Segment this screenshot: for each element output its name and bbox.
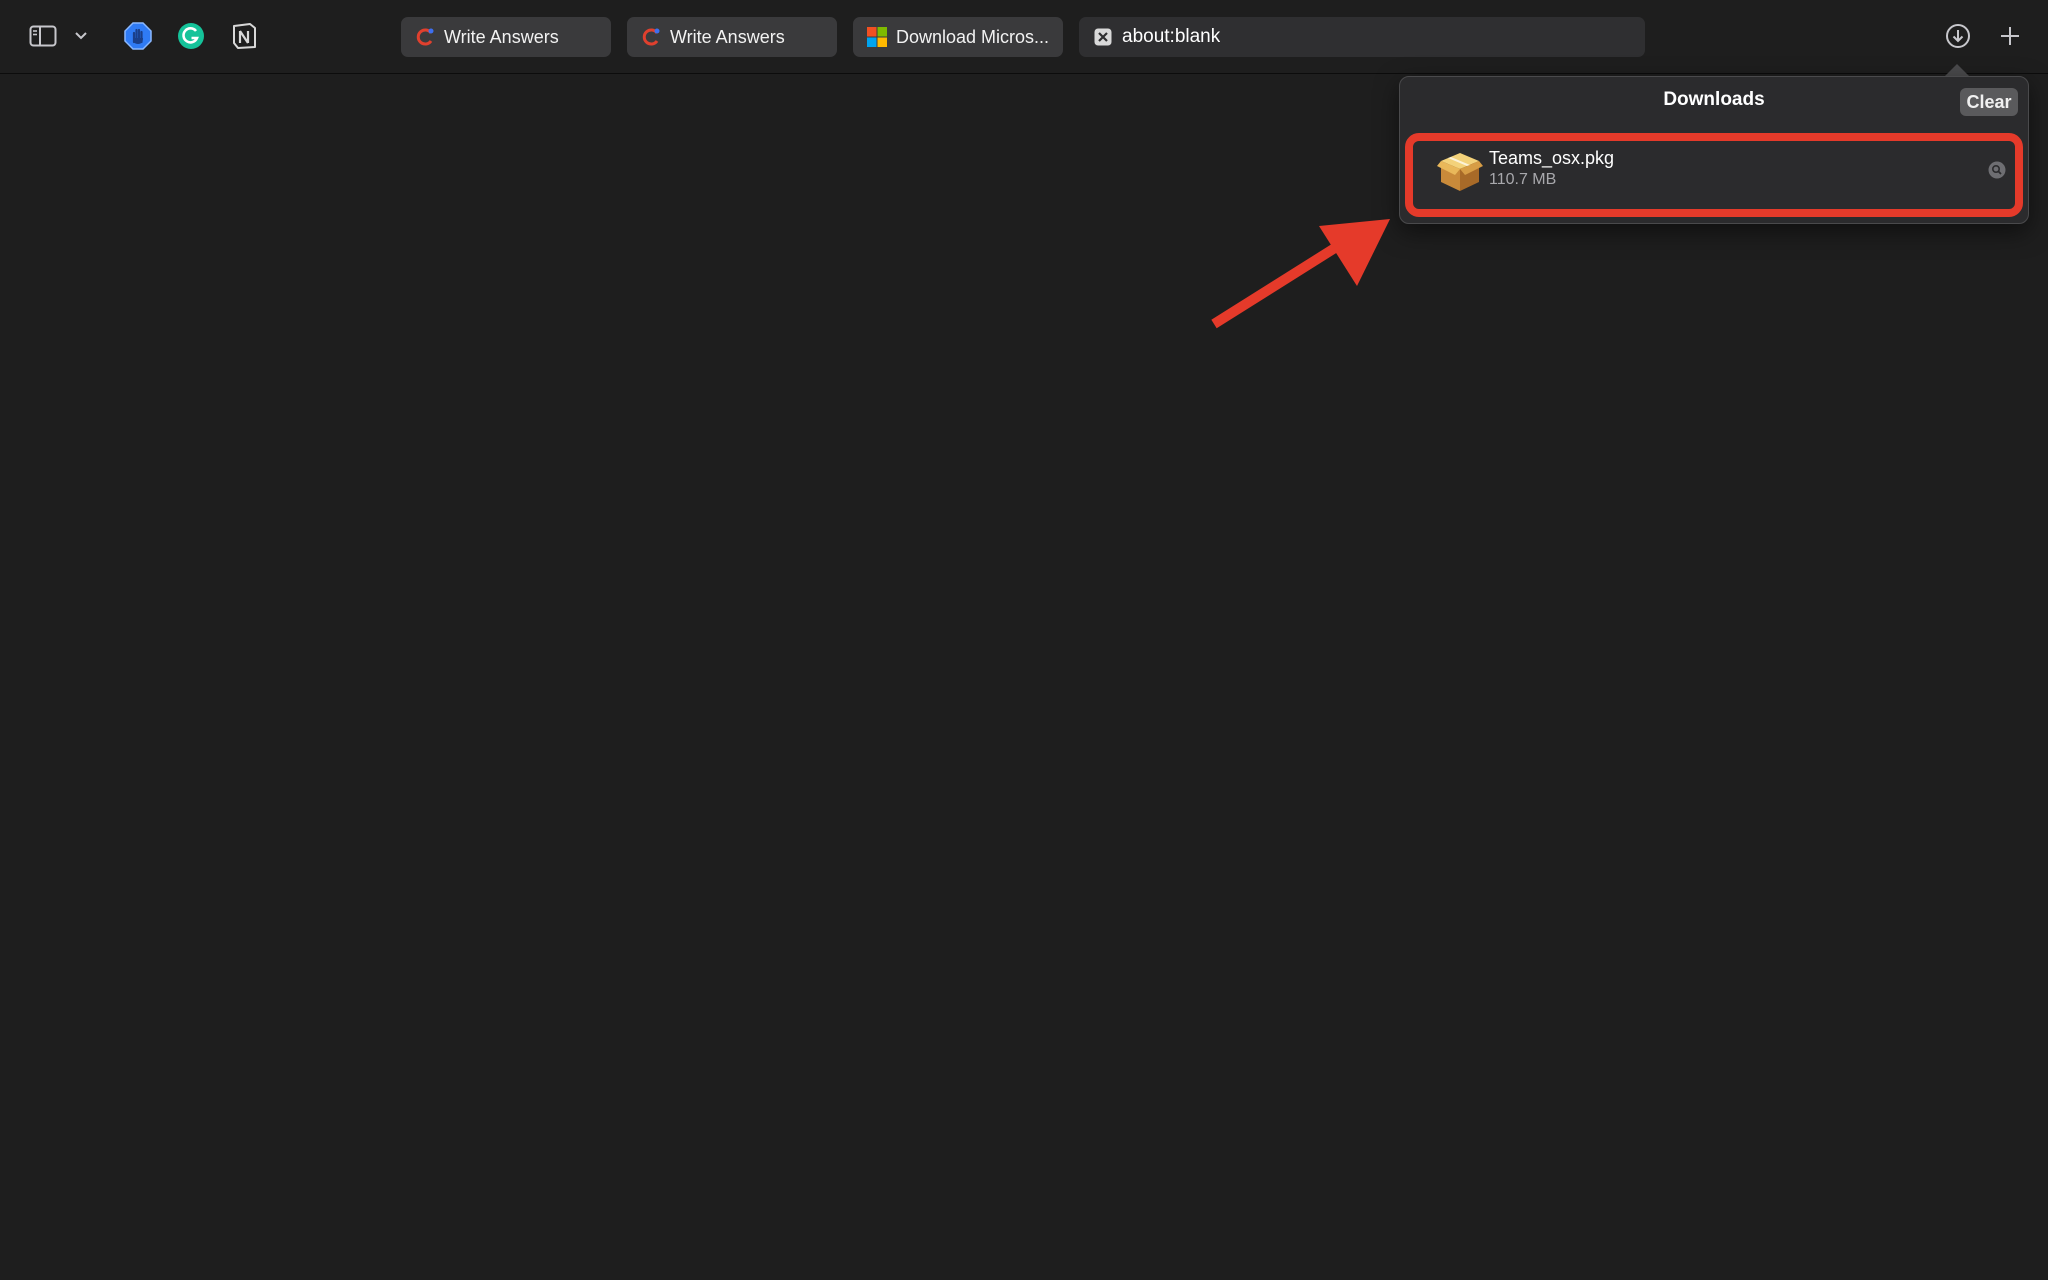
- tab-label: Write Answers: [670, 26, 785, 47]
- download-file-size: 110.7 MB: [1489, 171, 1557, 188]
- sidebar-toggle-button[interactable]: [28, 24, 58, 48]
- popover-caret: [1945, 64, 1969, 76]
- reveal-in-finder-button[interactable]: [1987, 160, 2007, 180]
- address-bar-text[interactable]: about:blank: [1122, 26, 1220, 48]
- microsoft-logo-icon: [867, 27, 887, 47]
- new-tab-button[interactable]: [1997, 23, 2023, 49]
- hand-stop-icon: [124, 22, 152, 50]
- tab-write-answers-1[interactable]: Write Answers: [401, 17, 611, 57]
- package-icon: [1437, 149, 1483, 193]
- downloads-popover: Downloads Clear Teams_osx.pkg 110.7 MB: [1399, 76, 2029, 224]
- write-answers-favicon: [415, 27, 435, 47]
- tab-label: Write Answers: [444, 26, 559, 47]
- notion-icon: [233, 23, 256, 49]
- adblock-extension-button[interactable]: [124, 22, 152, 50]
- download-circle-icon: [1946, 24, 1970, 48]
- sidebar-icon: [29, 25, 57, 47]
- grammarly-extension-button[interactable]: [177, 22, 205, 50]
- tab-download-microsoft[interactable]: Download Micros...: [853, 17, 1063, 57]
- write-answers-favicon: [641, 27, 661, 47]
- plus-icon: [2001, 27, 2019, 45]
- browser-toolbar: Write Answers Write Answers Download Mic…: [0, 0, 2048, 74]
- page-content: [0, 75, 2048, 1280]
- grammarly-icon: [178, 23, 204, 49]
- download-item[interactable]: Teams_osx.pkg 110.7 MB: [1413, 135, 2013, 205]
- downloads-button[interactable]: [1944, 22, 1972, 50]
- magnifier-icon: [1988, 161, 2006, 179]
- sidebar-menu-button[interactable]: [72, 28, 90, 44]
- tab-label: Download Micros...: [896, 26, 1050, 47]
- tab-write-answers-2[interactable]: Write Answers: [627, 17, 837, 57]
- chevron-down-icon: [75, 32, 87, 40]
- tab-about-blank[interactable]: about:blank: [1079, 17, 1645, 57]
- close-tab-icon[interactable]: [1093, 27, 1113, 47]
- popover-title: Downloads: [1663, 89, 1765, 110]
- notion-extension-button[interactable]: [230, 22, 258, 50]
- download-file-name: Teams_osx.pkg: [1489, 148, 1615, 168]
- clear-button[interactable]: Clear: [1960, 88, 2018, 116]
